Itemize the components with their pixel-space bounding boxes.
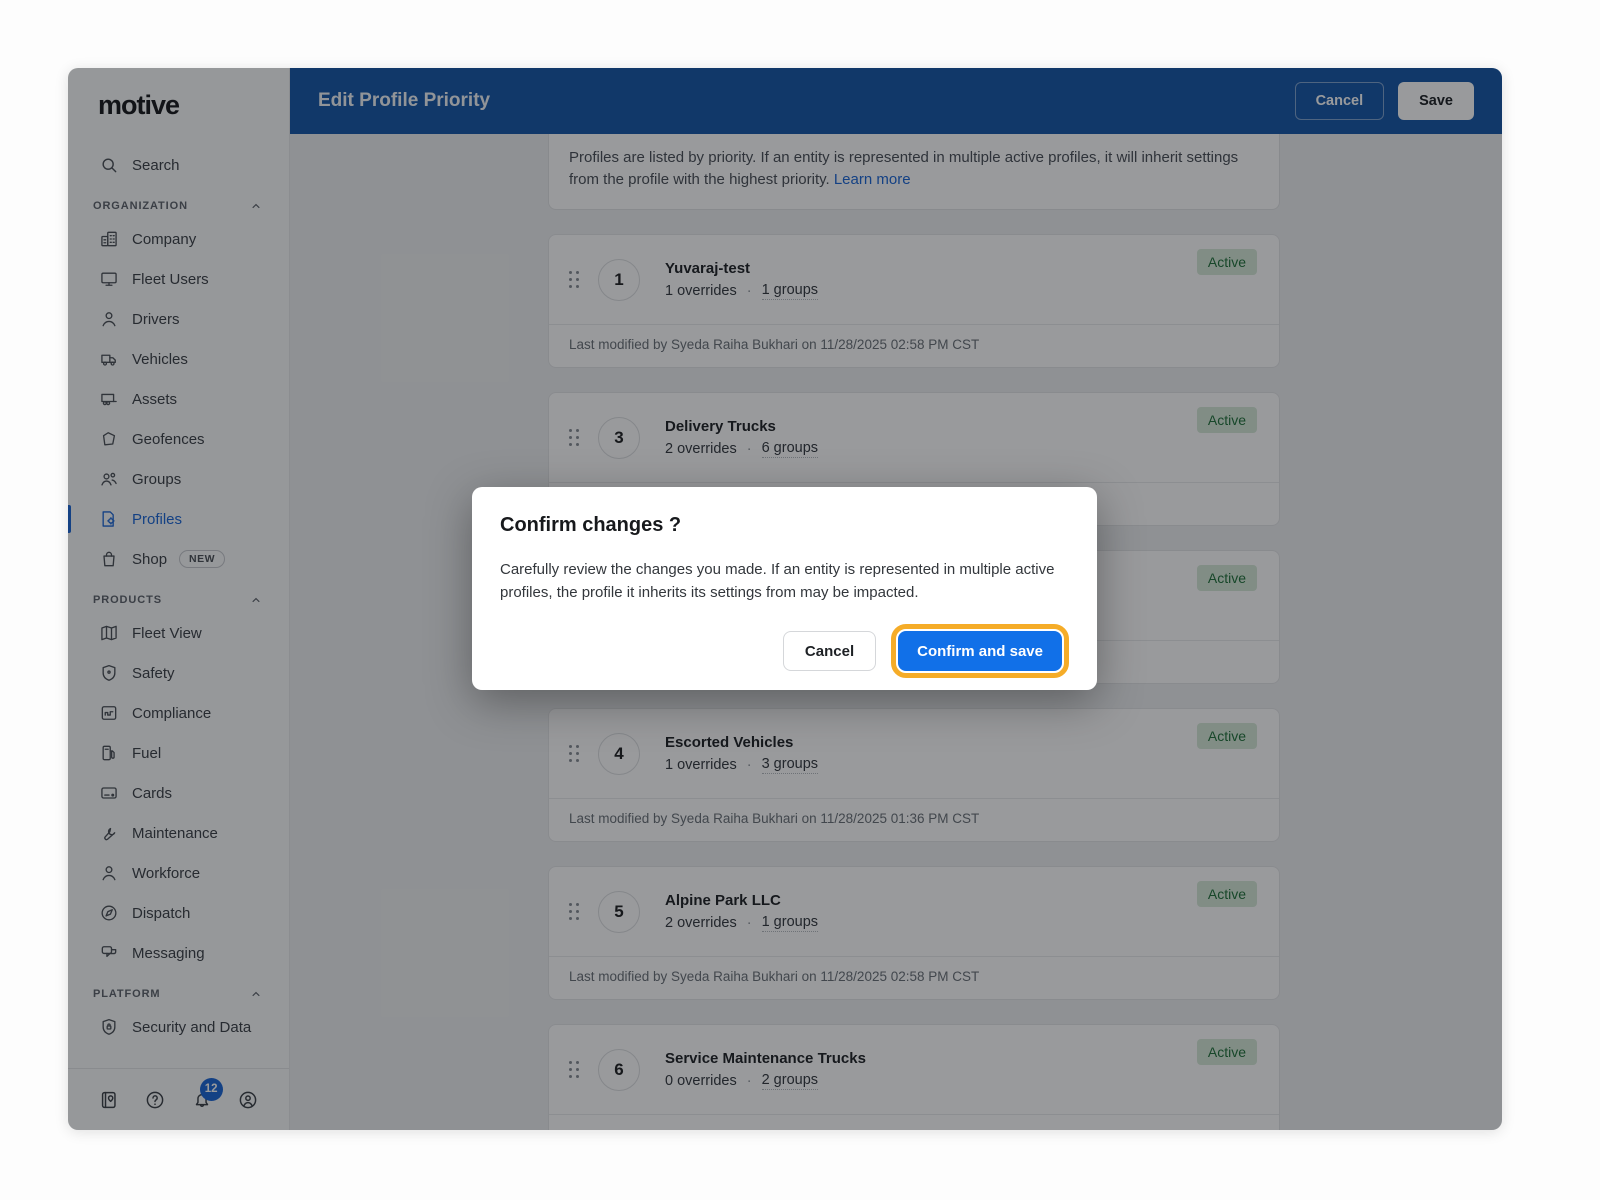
dialog-title: Confirm changes ? xyxy=(500,514,682,536)
app-window: motive Search ORGANIZATION Company Fleet… xyxy=(68,68,1502,1130)
dialog-body: Carefully review the changes you made. I… xyxy=(500,561,1055,601)
dialog-cancel-button[interactable]: Cancel xyxy=(782,631,877,671)
confirm-changes-dialog: Confirm changes ? Carefully review the c… xyxy=(472,487,1097,690)
confirm-and-save-button[interactable]: Confirm and save xyxy=(898,631,1062,671)
screenshot-stage: motive Search ORGANIZATION Company Fleet… xyxy=(0,0,1600,1200)
highlight-ring: Confirm and save xyxy=(891,624,1069,678)
